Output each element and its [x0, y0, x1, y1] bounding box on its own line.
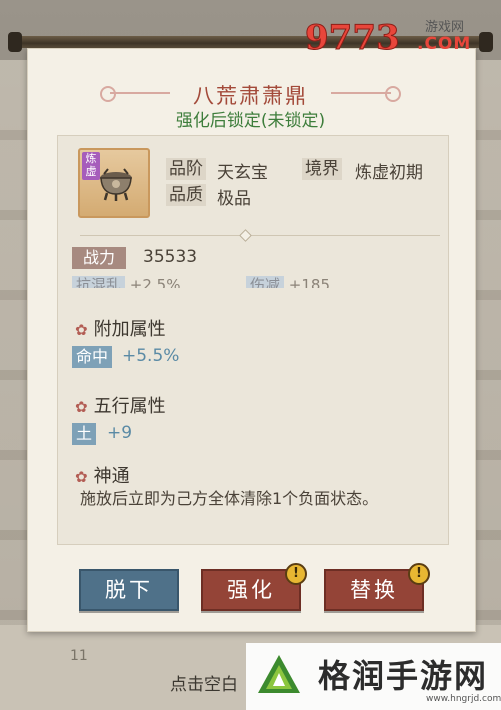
grade-label: 品阶	[166, 158, 206, 180]
watermark-9773-digits: 9773	[305, 18, 401, 59]
enhance-button[interactable]: 强化 !	[201, 563, 307, 611]
item-icon-frame: 炼虚	[78, 148, 150, 218]
element-attrs-heading: ✿ 五行属性	[75, 392, 166, 418]
flower-icon: ✿	[75, 321, 88, 339]
grade-value: 天玄宝	[217, 163, 268, 183]
extra-attr-value: +5.5%	[122, 346, 180, 366]
watermark-9773: 9773 游戏网 .COM	[305, 14, 485, 59]
leaf-logo-icon	[258, 655, 300, 693]
background-stat-value: 11	[70, 648, 88, 664]
watermark-9773-com: .COM	[417, 34, 472, 54]
tap-blank-hint[interactable]: 点击空白	[170, 670, 238, 695]
unequip-button[interactable]: 脱下	[79, 569, 179, 611]
replace-button[interactable]: 替换 !	[324, 563, 430, 611]
background-left-column	[0, 60, 30, 660]
element-attr-key: 土	[72, 423, 97, 445]
alert-icon: !	[285, 563, 307, 585]
extra-attr-key: 命中	[72, 346, 113, 368]
skill-title: 神通	[93, 466, 130, 487]
realm-label: 境界	[302, 158, 342, 180]
skill-heading: ✿ 神通	[75, 462, 130, 488]
scroll-rod-end-left	[8, 32, 22, 52]
partial-attr-right: 伤减 +185	[246, 274, 330, 288]
element-attrs-title: 五行属性	[93, 396, 166, 417]
quality-value: 极品	[217, 189, 251, 209]
watermark-hngrjd: 格润手游网 www.hngrjd.com	[246, 643, 501, 710]
quality-label: 品质	[166, 184, 206, 206]
alert-icon: !	[408, 563, 430, 585]
tripod-cauldron-icon	[100, 168, 132, 201]
extra-attrs-heading: ✿ 附加属性	[75, 315, 166, 341]
enhance-button-label: 强化	[227, 578, 275, 602]
combat-power-label: 战力	[72, 247, 126, 269]
partial-attr-left-value: +2.5%	[129, 276, 181, 288]
section-divider	[80, 235, 440, 236]
element-attr-value: +9	[107, 423, 133, 443]
combat-power-value: 35533	[143, 247, 198, 267]
skill-description: 施放后立即为己方全体清除1个负面状态。	[80, 489, 379, 508]
partial-attr-right-value: +185	[288, 276, 330, 288]
flower-icon: ✿	[75, 468, 88, 486]
realm-value: 炼虚初期	[355, 163, 423, 183]
extra-attrs-title: 附加属性	[93, 319, 166, 340]
lock-status: 强化后锁定(未锁定)	[175, 111, 326, 131]
watermark-site-name: 格润手游网	[318, 657, 489, 695]
flower-icon: ✿	[75, 398, 88, 416]
watermark-9773-cn: 游戏网	[425, 20, 465, 35]
partial-attr-right-key: 伤减	[246, 276, 285, 288]
watermark-site-url: www.hngrjd.com	[426, 694, 501, 704]
partial-attr-left-key: 抗混乱	[72, 276, 126, 288]
partial-attr-left: 抗混乱 +2.5%	[72, 274, 180, 288]
unequip-button-label: 脱下	[105, 578, 153, 602]
replace-button-label: 替换	[350, 578, 398, 602]
